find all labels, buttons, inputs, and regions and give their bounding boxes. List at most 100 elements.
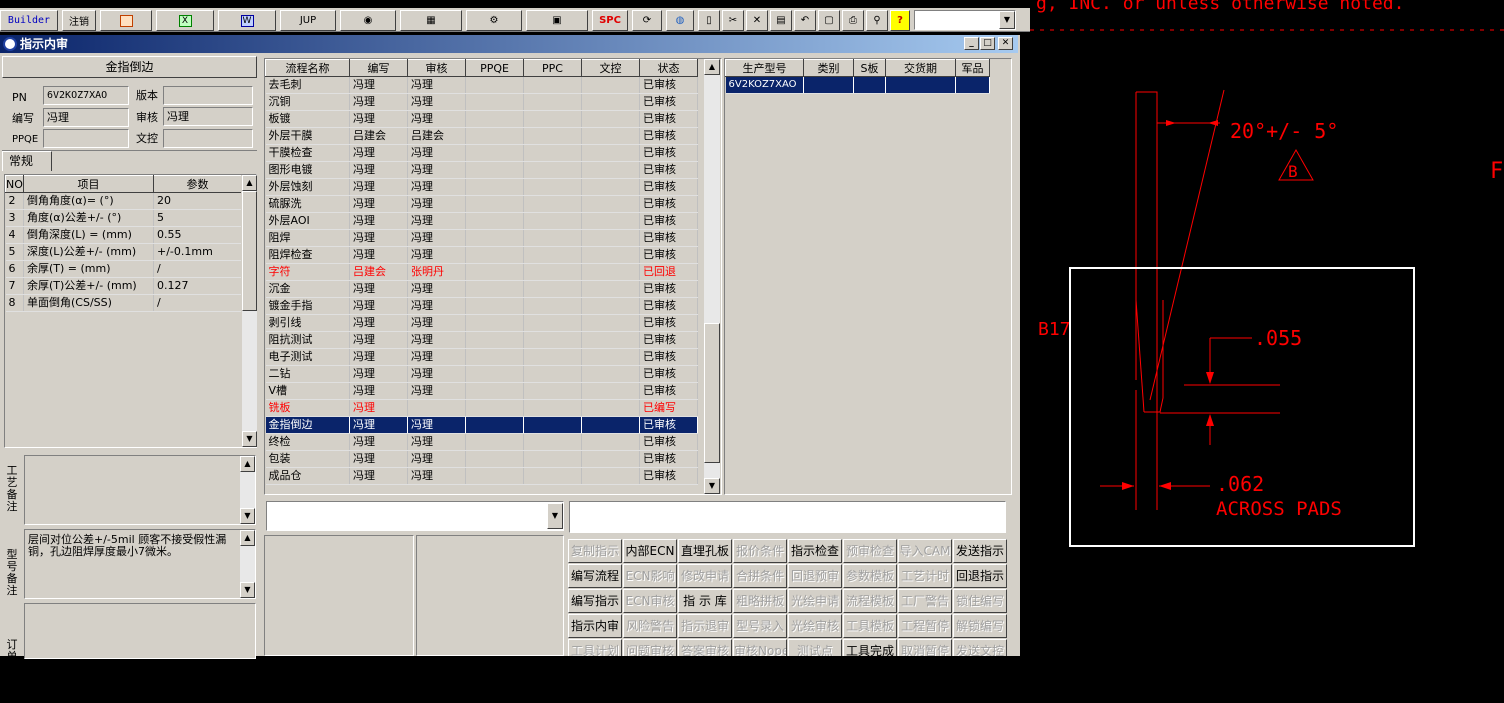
param-row[interactable]: 2 倒角角度(α)= (°) 20 (5, 192, 242, 210)
logout-button[interactable]: 注销 (62, 10, 96, 31)
action-button[interactable]: 报价条件 (733, 539, 787, 563)
note-scrollbar[interactable]: ▲ ▼ (239, 456, 255, 524)
action-button[interactable]: 问题审核 (623, 639, 677, 656)
order-note-box[interactable] (24, 603, 256, 659)
param-row[interactable]: 4 倒角深度(L) = (mm) 0.55 (5, 226, 242, 244)
action-button[interactable]: 工具计划 (568, 639, 622, 656)
flow-row[interactable]: 外层AOI 冯理 冯理 已审核 (265, 212, 698, 230)
word-icon[interactable]: W (218, 10, 276, 31)
builder-button[interactable]: Builder (0, 10, 58, 31)
action-button[interactable]: 指示检查 (788, 539, 842, 563)
model-header[interactable]: 交货期 (885, 59, 956, 77)
param-row[interactable]: 3 角度(α)公差+/- (°) 5 (5, 209, 242, 227)
note-scrollbar[interactable]: ▲ ▼ (239, 530, 255, 598)
remark-input[interactable] (569, 501, 1006, 533)
scroll-down-icon[interactable]: ▼ (240, 582, 255, 598)
globe-icon[interactable]: ◍ (666, 10, 694, 31)
flow-row[interactable]: 沉金 冯理 冯理 已审核 (265, 280, 698, 298)
pn-field[interactable]: 6V2KOZ7XAO (43, 86, 129, 105)
flow-row[interactable]: 阻焊检查 冯理 冯理 已审核 (265, 246, 698, 264)
action-button[interactable]: ECN影响 (623, 564, 677, 588)
action-button[interactable]: 编写流程 (568, 564, 622, 588)
flow-row[interactable]: 字符 吕建会 张明丹 已回退 (265, 263, 698, 281)
computer-icon[interactable]: ▣ (526, 10, 588, 31)
flow-scrollbar[interactable]: ▲ ▼ (703, 59, 720, 494)
reviewer-field[interactable]: 冯理 (163, 107, 253, 126)
action-button[interactable]: 光绘申请 (788, 589, 842, 613)
flow-row[interactable]: V槽 冯理 冯理 已审核 (265, 382, 698, 400)
action-button[interactable]: 回退预审 (788, 564, 842, 588)
action-button[interactable]: ECN审核 (623, 589, 677, 613)
flow-row[interactable]: 阻抗测试 冯理 冯理 已审核 (265, 331, 698, 349)
eye-icon[interactable]: ◉ (340, 10, 396, 31)
chevron-down-icon[interactable]: ▼ (547, 503, 563, 529)
toolbar-combo[interactable]: ▼ (914, 10, 1016, 30)
scroll-thumb[interactable] (242, 191, 257, 311)
action-button[interactable]: 测试点 (788, 639, 842, 656)
network-icon[interactable]: ⚙ (466, 10, 522, 31)
cut-icon[interactable]: ✂ (722, 10, 744, 31)
scroll-up-icon[interactable]: ▲ (704, 59, 720, 75)
action-button[interactable]: 风险警告 (623, 614, 677, 638)
action-button[interactable]: 型号录入 (733, 614, 787, 638)
chevron-down-icon[interactable]: ▼ (999, 11, 1015, 29)
jup-button[interactable]: JUP (280, 10, 336, 31)
action-button[interactable]: 直埋孔板 (678, 539, 732, 563)
flow-row[interactable]: 外层干膜 吕建会 吕建会 已审核 (265, 127, 698, 145)
find-icon[interactable]: ⚲ (866, 10, 888, 31)
action-button[interactable]: 修改申请 (678, 564, 732, 588)
action-button[interactable]: 复制指示 (568, 539, 622, 563)
action-button[interactable]: 工程暂停 (898, 614, 952, 638)
action-button[interactable]: 工具完成 (843, 639, 897, 656)
flow-header[interactable]: 文控 (581, 59, 640, 77)
delete-icon[interactable]: ✕ (746, 10, 768, 31)
param-row[interactable]: 8 单面倒角(CS/SS) / (5, 294, 242, 312)
close-button[interactable]: ✕ (998, 37, 1013, 50)
flow-row[interactable]: 铣板 冯理 已编写 (265, 399, 698, 417)
flow-header[interactable]: PPC (523, 59, 582, 77)
action-button[interactable]: 预审检查 (843, 539, 897, 563)
action-button[interactable]: 取消暂停 (898, 639, 952, 656)
model-note-box[interactable]: 层间对位公差+/-5mil 顾客不接受假性漏铜，孔边阻焊厚度最小7微米。 ▲ ▼ (24, 529, 256, 599)
flow-header[interactable]: 流程名称 (265, 59, 350, 77)
action-button[interactable]: 参数模板 (843, 564, 897, 588)
flow-row[interactable]: 电子测试 冯理 冯理 已审核 (265, 348, 698, 366)
flow-row[interactable]: 板镀 冯理 冯理 已审核 (265, 110, 698, 128)
param-row[interactable]: 7 余厚(T)公差+/- (mm) 0.127 (5, 277, 242, 295)
model-header[interactable]: 类别 (803, 59, 854, 77)
flow-row[interactable]: 二钻 冯理 冯理 已审核 (265, 365, 698, 383)
scroll-up-icon[interactable]: ▲ (242, 175, 257, 191)
action-button[interactable]: 工具模板 (843, 614, 897, 638)
action-button[interactable]: 合拼条件 (733, 564, 787, 588)
flow-row[interactable]: 沉铜 冯理 冯理 已审核 (265, 93, 698, 111)
flow-row[interactable]: 干膜检查 冯理 冯理 已审核 (265, 144, 698, 162)
action-button[interactable]: 发送指示 (953, 539, 1007, 563)
refresh-icon[interactable]: ⟳ (632, 10, 662, 31)
scroll-down-icon[interactable]: ▼ (704, 478, 720, 494)
flow-row[interactable]: 剥引线 冯理 冯理 已审核 (265, 314, 698, 332)
model-header[interactable]: 军品 (955, 59, 990, 77)
preview-icon[interactable]: ▢ (818, 10, 840, 31)
docctl-field[interactable] (163, 129, 253, 148)
database-icon[interactable]: ▦ (400, 10, 462, 31)
flow-row[interactable]: 终检 冯理 冯理 已审核 (265, 433, 698, 451)
undo-icon[interactable]: ↶ (794, 10, 816, 31)
print-icon[interactable]: ⎙ (842, 10, 864, 31)
action-button[interactable]: 发送文控 (953, 639, 1007, 656)
help-icon[interactable]: ? (890, 10, 910, 31)
action-button[interactable]: 工艺计时 (898, 564, 952, 588)
param-scrollbar[interactable]: ▲ ▼ (241, 175, 257, 447)
flow-row[interactable]: 包装 冯理 冯理 已审核 (265, 450, 698, 468)
cad-viewer[interactable]: g, INC. or unless otherwise noted. F 2 2… (1030, 0, 1504, 656)
scroll-up-icon[interactable]: ▲ (240, 530, 255, 546)
action-button[interactable]: 粗略拼板 (733, 589, 787, 613)
tab-general[interactable]: 常规 (2, 151, 52, 171)
flow-row[interactable]: 硫脲洗 冯理 冯理 已审核 (265, 195, 698, 213)
action-button[interactable]: 答案审核 (678, 639, 732, 656)
action-button[interactable]: 回退指示 (953, 564, 1007, 588)
excel-icon[interactable]: X (156, 10, 214, 31)
action-button[interactable]: 解锁编写 (953, 614, 1007, 638)
flow-header[interactable]: 编写 (349, 59, 408, 77)
save-icon[interactable]: ▤ (770, 10, 792, 31)
param-row[interactable]: 5 深度(L)公差+/- (mm) +/-0.1mm (5, 243, 242, 261)
